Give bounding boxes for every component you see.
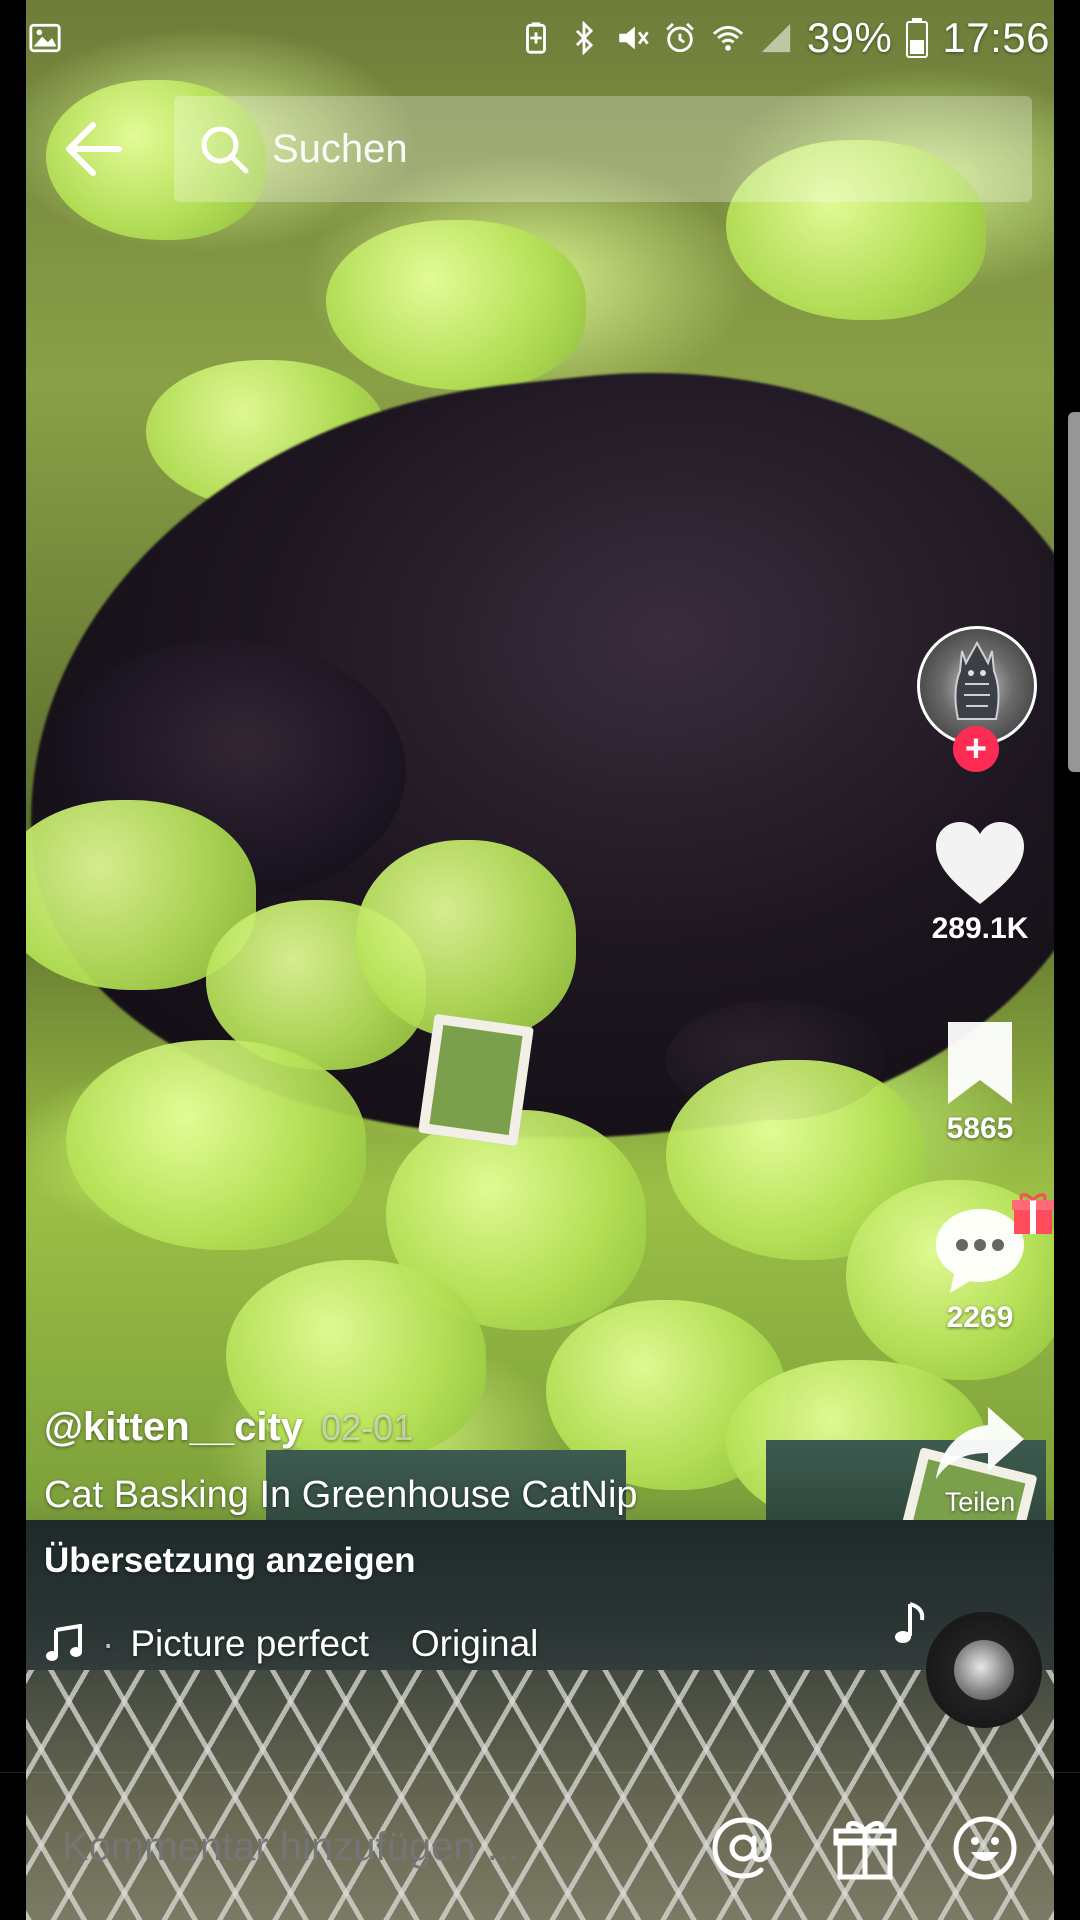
save-button[interactable]: 5865 bbox=[880, 1018, 1080, 1146]
music-disc-button[interactable] bbox=[926, 1612, 1042, 1728]
wifi-icon bbox=[712, 25, 743, 51]
music-title: Picture perfect bbox=[130, 1623, 369, 1664]
video-caption: @kitten__city 02-01 Cat Basking In Green… bbox=[44, 1405, 944, 1665]
comment-count: 2269 bbox=[946, 1301, 1014, 1334]
at-sign-icon bbox=[712, 1817, 772, 1879]
save-count: 5865 bbox=[946, 1112, 1014, 1145]
smiley-icon bbox=[953, 1816, 1017, 1880]
emoji-button[interactable] bbox=[950, 1813, 1020, 1883]
show-translation-link[interactable]: Übersetzung anzeigen bbox=[44, 1541, 944, 1581]
share-label: Teilen bbox=[944, 1487, 1016, 1517]
gift-icon bbox=[833, 1821, 897, 1880]
bluetooth-icon bbox=[575, 21, 593, 55]
arrow-left-icon bbox=[66, 122, 122, 176]
video-description: Cat Basking In Greenhouse CatNip bbox=[44, 1474, 638, 1516]
like-count: 289.1K bbox=[931, 912, 1029, 945]
sound-cover-image bbox=[954, 1640, 1014, 1700]
author-username[interactable]: @kitten__city bbox=[44, 1405, 303, 1450]
scroll-indicator bbox=[1068, 412, 1080, 772]
comment-bar bbox=[0, 1772, 1080, 1920]
search-input[interactable]: Suchen bbox=[174, 96, 1032, 202]
music-source: Original bbox=[410, 1623, 539, 1664]
tiktok-video-screen: 39% 17:56 Suchen + 289.1K 5865 2269 Teil… bbox=[0, 0, 1080, 1920]
gift-badge-icon[interactable] bbox=[1010, 1190, 1056, 1236]
post-date: 02-01 bbox=[321, 1407, 414, 1448]
like-button[interactable]: 289.1K bbox=[880, 820, 1080, 946]
creator-avatar-button[interactable]: + bbox=[917, 626, 1037, 776]
battery-saver-icon bbox=[525, 22, 546, 54]
share-arrow-icon bbox=[936, 1407, 1024, 1479]
mention-button[interactable] bbox=[708, 1813, 778, 1883]
gift-button[interactable] bbox=[830, 1813, 900, 1883]
clock: 17:56 bbox=[942, 14, 1050, 61]
alarm-icon bbox=[666, 22, 694, 53]
bookmark-icon bbox=[948, 1022, 1012, 1104]
battery-percent: 39% bbox=[806, 14, 893, 61]
heart-icon bbox=[936, 822, 1024, 904]
gallery-notification-icon bbox=[29, 23, 61, 53]
follow-plus-button[interactable]: + bbox=[953, 726, 999, 772]
floating-music-note-icon bbox=[895, 1602, 925, 1643]
music-note-icon bbox=[46, 1624, 82, 1661]
back-button[interactable] bbox=[58, 114, 128, 184]
comment-input[interactable] bbox=[60, 1823, 684, 1871]
status-bar: 39% 17:56 bbox=[0, 0, 1080, 76]
mute-icon bbox=[619, 26, 649, 50]
battery-icon bbox=[906, 18, 929, 58]
music-info[interactable]: · Picture perfect Original bbox=[44, 1623, 944, 1665]
search-icon bbox=[201, 126, 249, 174]
separator-dot: · bbox=[102, 1623, 115, 1664]
signal-icon bbox=[761, 23, 790, 53]
search-placeholder: Suchen bbox=[272, 126, 408, 171]
